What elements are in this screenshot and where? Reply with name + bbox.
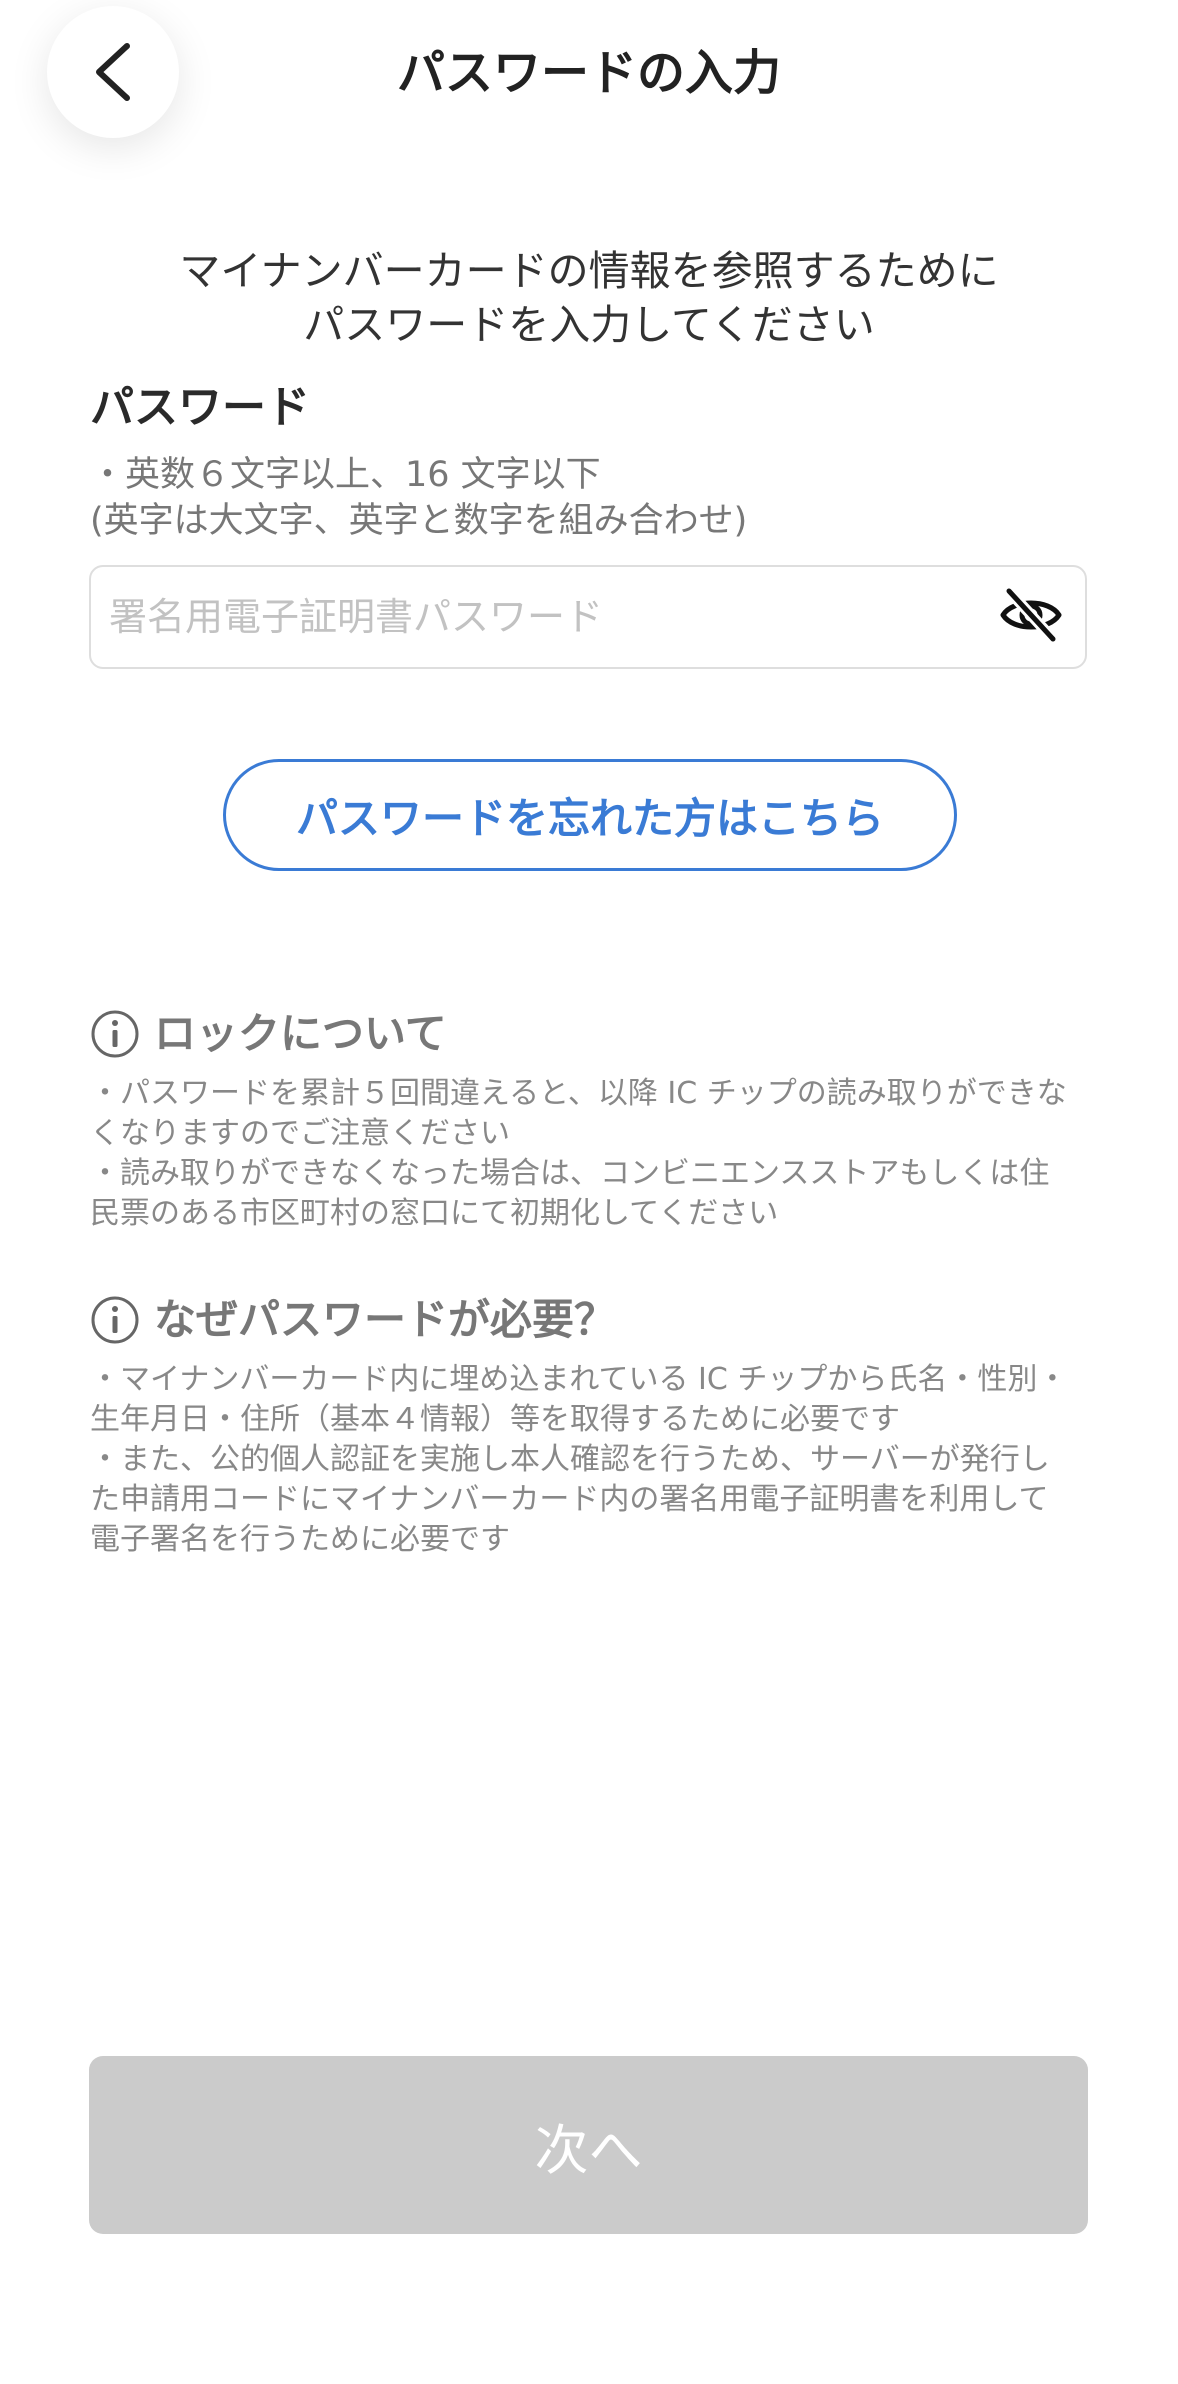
intro-line-1: マイナンバーカードの情報を参照するために — [179, 247, 999, 295]
next-button[interactable]: 次へ — [89, 2056, 1088, 2234]
toggle-visibility-button[interactable] — [999, 585, 1063, 647]
password-label: パスワード — [90, 382, 310, 433]
intro-line-2: パスワードを入力してください — [303, 301, 875, 349]
lock-info-title: ロックについて — [154, 1009, 447, 1058]
why-info-line: ・また、公的個人認証を実施し本人確認を行うため、サーバーが発行し — [90, 1442, 1050, 1477]
why-info-heading: なぜパスワードが必要？ — [90, 1290, 616, 1350]
password-rule-line-2: (英字は大文字、英字と数字を組み合わせ) — [90, 501, 748, 541]
info-icon — [90, 1009, 140, 1059]
why-info-line: 生年月日・住所（基本４情報）等を取得するために必要です — [90, 1402, 900, 1437]
intro-text: マイナンバーカードの情報を参照するために パスワードを入力してください — [0, 244, 1178, 352]
password-rules: ・英数６文字以上、16 文字以下 (英字は大文字、英字と数字を組み合わせ) — [90, 452, 747, 544]
lock-info-line: ・パスワードを累計５回間違えると、以降 IC チップの読み取りができな — [90, 1076, 1067, 1111]
page-title: パスワードの入力 — [396, 45, 781, 101]
password-field — [89, 565, 1087, 669]
why-info-title: なぜパスワードが必要？ — [154, 1295, 617, 1344]
lock-info-line: ・読み取りができなくなった場合は、コンビニエンスストアもしくは住 — [90, 1156, 1050, 1191]
why-info-line: た申請用コードにマイナンバーカード内の署名用電子証明書を利用して — [90, 1482, 1049, 1517]
why-info-body: ・マイナンバーカード内に埋め込まれている IC チップから氏名・性別・ 生年月日… — [90, 1360, 1090, 1560]
password-input[interactable] — [109, 567, 979, 667]
lock-info-heading: ロックについて — [90, 1004, 447, 1064]
lock-info-body: ・パスワードを累計５回間違えると、以降 IC チップの読み取りができな くなりま… — [90, 1074, 1090, 1234]
why-info-line: ・マイナンバーカード内に埋め込まれている IC チップから氏名・性別・ — [90, 1362, 1068, 1397]
password-rule-line-1: ・英数６文字以上、16 文字以下 — [90, 455, 601, 495]
why-info-line: 電子署名を行うために必要です — [90, 1522, 510, 1557]
info-icon — [90, 1295, 140, 1345]
lock-info-line: 民票のある市区町村の窓口にて初期化してください — [90, 1196, 779, 1231]
eye-off-icon — [999, 585, 1063, 647]
lock-info-line: くなりますのでご注意ください — [90, 1116, 510, 1151]
forgot-password-button[interactable]: パスワードを忘れた方はこちら — [223, 759, 957, 871]
